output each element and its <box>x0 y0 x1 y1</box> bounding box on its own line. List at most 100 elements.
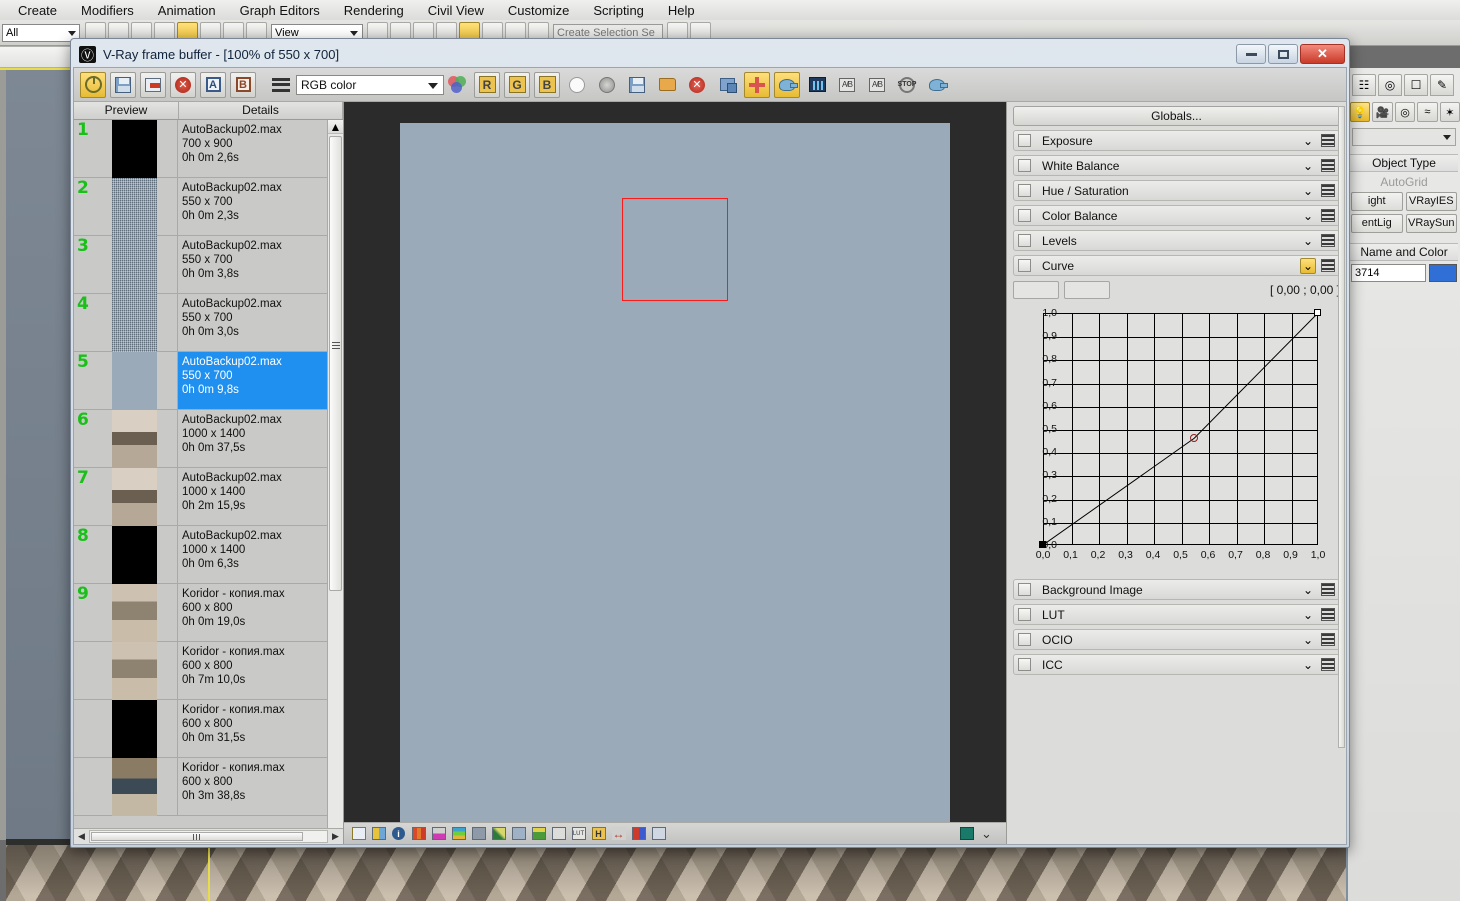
category-systems[interactable]: ✶ <box>1439 102 1460 122</box>
menu-item-customize[interactable]: Customize <box>496 3 581 18</box>
curve-control-point-square[interactable] <box>1314 309 1321 316</box>
compare-split-button[interactable]: ↔ <box>610 826 627 842</box>
channel-dropdown[interactable]: RGB color <box>296 74 444 95</box>
scroll-left-arrow[interactable]: ◀ <box>74 831 89 842</box>
history-list[interactable]: 1 AutoBackup02.max 700 x 900 0h 0m 2,6s 2 Aut… <box>74 120 327 828</box>
effect-enable-checkbox[interactable] <box>1018 159 1031 172</box>
effect-enable-checkbox[interactable] <box>1018 234 1031 247</box>
curve-input-y[interactable] <box>1064 281 1110 299</box>
history-row[interactable]: 4 AutoBackup02.max 550 x 700 0h 0m 3,0s <box>74 294 327 352</box>
curve-control-point-square[interactable] <box>1039 541 1046 548</box>
history-thumbnail-cell[interactable] <box>92 178 178 236</box>
history-thumbnail-cell[interactable] <box>92 352 178 410</box>
history-thumbnail-cell[interactable] <box>92 294 178 352</box>
levels-curve-button[interactable] <box>490 826 507 842</box>
history-row[interactable]: 7 AutoBackup02.max 1000 x 1400 0h 2m 15,9s <box>74 468 327 526</box>
menu-item-civil-view[interactable]: Civil View <box>416 3 496 18</box>
save-image-button[interactable] <box>110 71 136 98</box>
effect-row-hue-saturation[interactable]: Hue / Saturation ⌄ <box>1013 180 1340 201</box>
chevron-double-down-icon[interactable]: ⌄ <box>1300 133 1316 149</box>
export-image-button[interactable] <box>140 71 166 98</box>
effect-menu-icon[interactable] <box>1321 209 1335 222</box>
selection-filter-dropdown[interactable]: All <box>2 23 80 42</box>
tab-motion[interactable]: ◎ <box>1378 74 1402 96</box>
history-thumbnail-cell[interactable] <box>92 468 178 526</box>
effect-enable-checkbox[interactable] <box>1018 259 1031 272</box>
effect-row-levels[interactable]: Levels ⌄ <box>1013 230 1340 251</box>
effect-row-background-image[interactable]: Background Image ⌄ <box>1013 579 1340 600</box>
menu-item-rendering[interactable]: Rendering <box>332 3 416 18</box>
compare-a-button[interactable]: A <box>200 71 226 98</box>
effect-row-curve[interactable]: Curve ⌄ <box>1013 255 1340 276</box>
background-image-button[interactable] <box>530 826 547 842</box>
lens-effects-button[interactable] <box>550 826 567 842</box>
history-row[interactable]: 3 AutoBackup02.max 550 x 700 0h 0m 3,8s <box>74 236 327 294</box>
save-to-disk-button[interactable] <box>624 72 650 98</box>
effect-menu-icon[interactable] <box>1321 633 1335 646</box>
object-type-button-vrayies[interactable]: VRayIES <box>1405 192 1457 211</box>
category-cameras[interactable]: 🎥 <box>1372 102 1393 122</box>
effect-menu-icon[interactable] <box>1321 234 1335 247</box>
hscroll-track[interactable] <box>89 830 328 843</box>
expand-status-button[interactable]: ⌄ <box>978 826 995 842</box>
lut-button[interactable]: LUT <box>570 826 587 842</box>
denoise-button[interactable] <box>510 826 527 842</box>
history-row[interactable]: 2 AutoBackup02.max 550 x 700 0h 0m 2,3s <box>74 178 327 236</box>
green-channel-button[interactable]: G <box>504 71 530 98</box>
alpha-white-button[interactable] <box>564 72 590 98</box>
object-type-button-ambientlight[interactable]: entLig <box>1351 214 1403 233</box>
category-helpers[interactable]: ◎ <box>1394 102 1416 122</box>
object-name-input[interactable]: 3714 <box>1351 264 1426 282</box>
duplicate-window-button[interactable] <box>714 72 740 98</box>
effect-row-icc[interactable]: ICC ⌄ <box>1013 654 1340 675</box>
effect-menu-icon[interactable] <box>1321 658 1335 671</box>
effect-row-color-balance[interactable]: Color Balance ⌄ <box>1013 205 1340 226</box>
category-space-warps[interactable]: ≈ <box>1417 102 1438 122</box>
chevron-double-down-icon[interactable]: ⌄ <box>1300 257 1316 274</box>
clipboard-button[interactable] <box>958 826 975 842</box>
effect-row-white-balance[interactable]: White Balance ⌄ <box>1013 155 1340 176</box>
chevron-double-down-icon[interactable]: ⌄ <box>1300 183 1316 199</box>
scroll-up-arrow[interactable]: ▲ <box>328 120 343 134</box>
chevron-double-down-icon[interactable]: ⌄ <box>1300 158 1316 174</box>
history-thumbnail-cell[interactable] <box>92 410 178 468</box>
history-row[interactable]: 8 AutoBackup02.max 1000 x 1400 0h 0m 6,3s <box>74 526 327 584</box>
history-horizontal-scrollbar[interactable]: ◀ ▶ <box>74 828 343 844</box>
object-color-swatch[interactable] <box>1429 264 1457 282</box>
history-thumbnail-cell[interactable] <box>92 236 178 294</box>
effect-enable-checkbox[interactable] <box>1018 633 1031 646</box>
horizontal-flip-button[interactable]: H <box>590 826 607 842</box>
blue-channel-button[interactable]: B <box>534 71 560 98</box>
tab-display[interactable]: ☐ <box>1404 74 1428 96</box>
chevron-double-down-icon[interactable]: ⌄ <box>1300 233 1316 249</box>
menu-item-create[interactable]: Create <box>6 3 69 18</box>
tab-hierarchy[interactable]: ☷ <box>1352 74 1376 96</box>
render-image-pane[interactable]: i LUT H ↔ ⌄ <box>344 102 1006 844</box>
power-toggle-button[interactable] <box>80 71 106 98</box>
chevron-double-down-icon[interactable]: ⌄ <box>1300 208 1316 224</box>
effect-menu-icon[interactable] <box>1321 184 1335 197</box>
histogram-button[interactable] <box>470 826 487 842</box>
menu-item-help[interactable]: Help <box>656 3 707 18</box>
category-lights[interactable]: 💡 <box>1350 102 1371 122</box>
maximize-button[interactable] <box>1268 44 1298 64</box>
history-row[interactable]: Koridor - копия.max 600 x 800 0h 0m 31,5s <box>74 700 327 758</box>
alpha-gray-button[interactable] <box>594 72 620 98</box>
close-button[interactable]: ✕ <box>1300 44 1345 64</box>
region-render-button[interactable] <box>744 71 770 98</box>
history-row[interactable]: 5 AutoBackup02.max 550 x 700 0h 0m 9,8s <box>74 352 327 410</box>
effect-enable-checkbox[interactable] <box>1018 184 1031 197</box>
ab-horizontal-button[interactable]: A/B <box>834 72 860 98</box>
effect-menu-icon[interactable] <box>1321 134 1335 147</box>
menu-item-modifiers[interactable]: Modifiers <box>69 3 146 18</box>
properties-scrollbar[interactable] <box>1338 106 1345 748</box>
effect-enable-checkbox[interactable] <box>1018 608 1031 621</box>
object-type-rollout-header[interactable]: Object Type <box>1350 154 1458 172</box>
vray-teapot-button[interactable] <box>924 72 950 98</box>
history-thumbnail-cell[interactable] <box>92 584 178 642</box>
info-button[interactable]: i <box>390 826 407 842</box>
effect-enable-checkbox[interactable] <box>1018 583 1031 596</box>
effect-menu-icon[interactable] <box>1321 159 1335 172</box>
chevron-double-down-icon[interactable]: ⌄ <box>1300 632 1316 648</box>
minimize-button[interactable] <box>1236 44 1266 64</box>
